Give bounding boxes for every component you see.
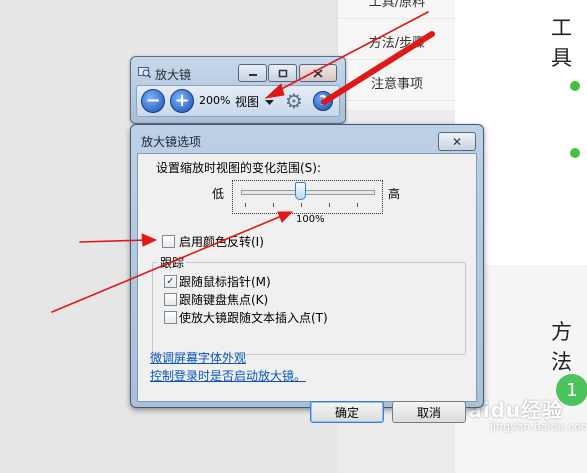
arrow-to-invert-checkbox xyxy=(79,239,149,243)
annotation-arrows xyxy=(51,11,435,313)
arrowhead-icon xyxy=(277,211,294,223)
arrow-to-slider xyxy=(51,214,285,313)
arrowhead-icon xyxy=(264,83,285,99)
arrowhead-icon xyxy=(141,233,158,247)
marker-stroke xyxy=(321,31,435,105)
